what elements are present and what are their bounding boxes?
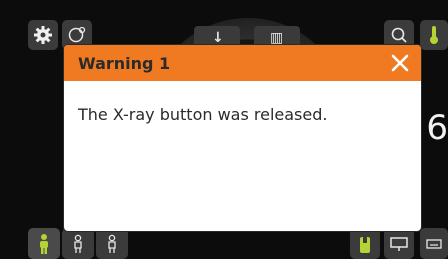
position-preset-button[interactable]: [350, 228, 380, 259]
dialog-title: Warning 1: [78, 53, 171, 73]
arrow-down-icon: ↓: [212, 30, 224, 46]
keyboard-button[interactable]: [420, 228, 448, 259]
person-outline-icon: [108, 234, 116, 253]
dialog-message: The X-ray button was released.: [78, 105, 328, 124]
grid-icon: ▥: [270, 30, 284, 46]
warning-dialog: Warning 1 The X-ray button was released.: [64, 45, 421, 231]
person-outline-icon: [74, 234, 82, 253]
gear-icon: [34, 26, 52, 44]
person-standing-icon: [40, 233, 48, 254]
settings-button[interactable]: [28, 20, 58, 50]
person-standing-icon: [360, 236, 370, 253]
patient-standing-button[interactable]: [28, 228, 60, 259]
search-icon: [391, 27, 407, 43]
thermometer-icon: [430, 26, 438, 44]
patient-position-button-1[interactable]: [62, 228, 94, 259]
control-screen: ↓ ▥ ↑ ∥: [0, 0, 448, 259]
thermometer-button[interactable]: [420, 20, 448, 50]
patient-position-button-2[interactable]: [96, 228, 128, 259]
right-readout: 6: [426, 108, 448, 148]
close-icon: [391, 54, 409, 72]
person-gear-icon: [68, 26, 86, 43]
keyboard-icon: [426, 238, 442, 249]
display-layout-button[interactable]: [384, 228, 414, 259]
monitor-icon: [390, 236, 408, 251]
close-button[interactable]: [389, 52, 411, 74]
dialog-header: Warning 1: [64, 45, 421, 81]
